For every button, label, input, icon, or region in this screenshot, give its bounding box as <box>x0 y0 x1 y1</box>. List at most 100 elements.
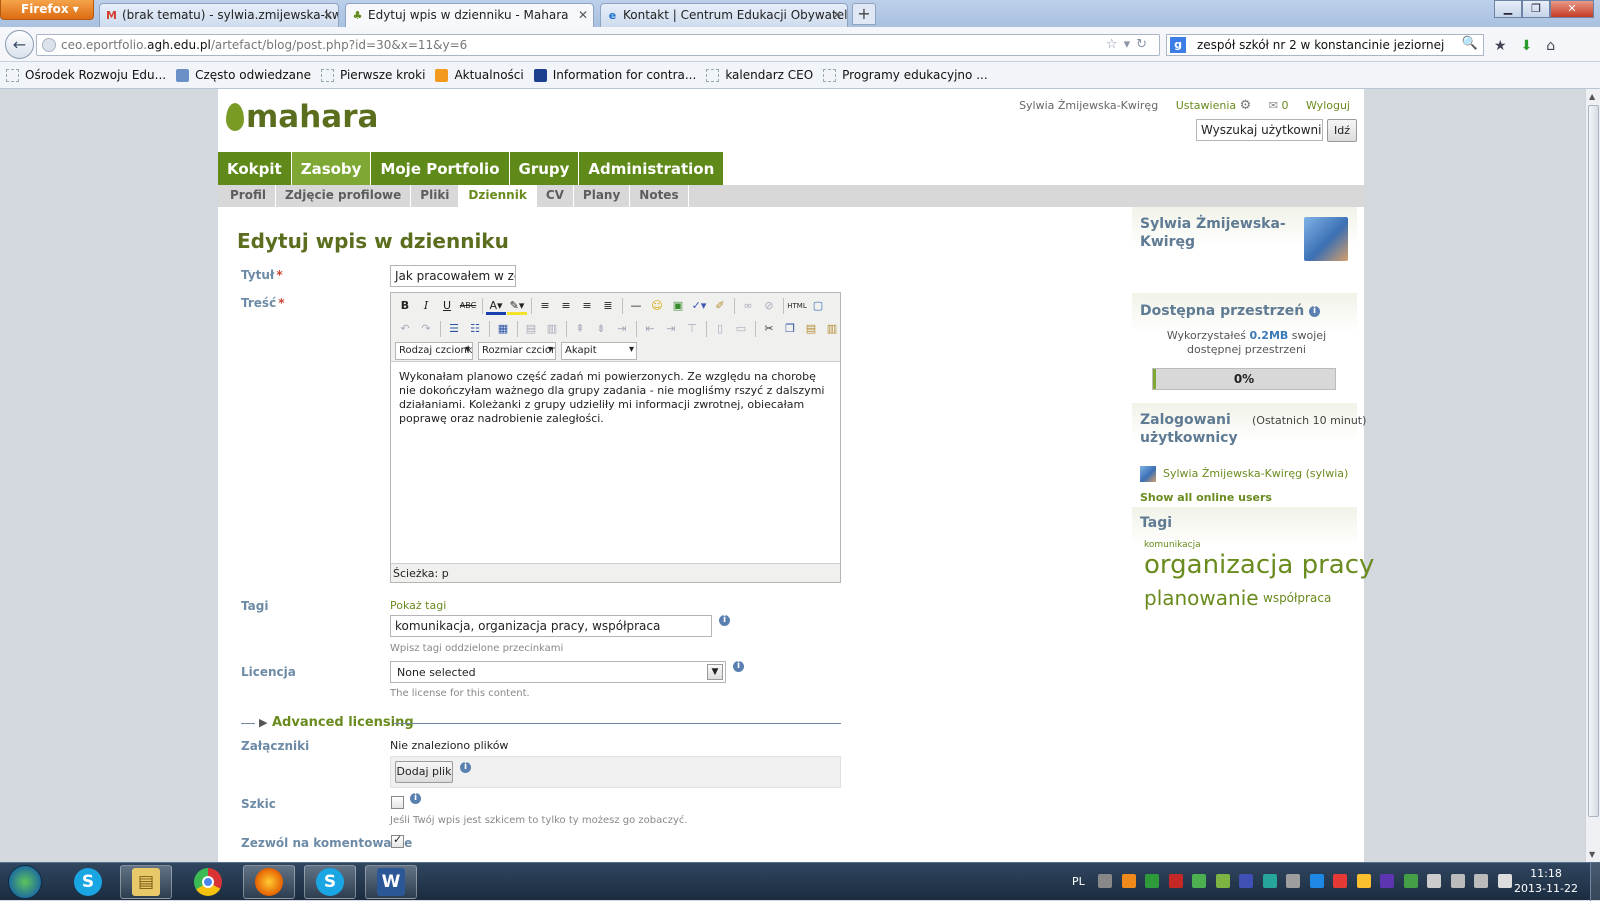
paste-text-icon[interactable]: ▥ <box>822 320 842 338</box>
nav-administration[interactable]: Administration <box>579 152 725 185</box>
strikethrough-icon[interactable]: ABC <box>458 297 478 315</box>
tag-link[interactable]: współpraca <box>1263 591 1331 605</box>
flag-icon[interactable] <box>1427 874 1442 888</box>
copy-icon[interactable]: ❐ <box>780 320 800 338</box>
bookmarks-icon[interactable]: ★ <box>1494 38 1521 54</box>
numbered-list-icon[interactable]: ☷ <box>465 320 485 338</box>
fullscreen-icon[interactable]: ▢ <box>808 297 828 315</box>
advanced-licensing-toggle[interactable]: ▶ Advanced licensing <box>241 715 841 731</box>
subnav-notes[interactable]: Notes <box>630 185 689 207</box>
nav-grupy[interactable]: Grupy <box>509 152 580 185</box>
subnav-zdjecie-profilowe[interactable]: Zdjęcie profilowe <box>276 185 412 207</box>
home-icon[interactable]: ⌂ <box>1546 38 1569 54</box>
online-user-avatar[interactable] <box>1140 466 1156 482</box>
username-link[interactable]: Sylwia Żmijewska-Kwiręg <box>1019 99 1158 112</box>
nav-zasoby[interactable]: Zasoby <box>291 152 372 185</box>
font-size-select[interactable]: Rozmiar czcionki <box>478 342 556 360</box>
battery-icon[interactable] <box>1474 874 1489 888</box>
info-icon[interactable]: i <box>719 615 730 626</box>
taskbar-app-skype-2[interactable]: S <box>304 865 356 899</box>
italic-icon[interactable]: I <box>416 297 436 315</box>
bookmark-item[interactable]: kalendarz CEO <box>706 68 813 82</box>
insert-col-before-icon[interactable]: ⇤ <box>640 320 660 338</box>
close-icon[interactable]: ✕ <box>832 8 842 22</box>
new-tab-button[interactable]: + <box>852 3 876 25</box>
info-icon[interactable]: i <box>1309 306 1321 317</box>
cleanup-icon[interactable]: ✐ <box>710 297 730 315</box>
tags-input[interactable]: komunikacja, organizacja pracy, współpra… <box>390 615 712 637</box>
tray-app-icon[interactable] <box>1239 874 1254 888</box>
tray-app-icon[interactable] <box>1380 874 1395 888</box>
tray-app-icon[interactable] <box>1145 874 1160 888</box>
google-icon[interactable]: g <box>1170 37 1186 53</box>
tag-link[interactable]: organizacja pracy <box>1144 550 1374 580</box>
license-select[interactable]: None selected ▼ <box>390 661 726 683</box>
scrollbar-thumb[interactable] <box>1588 105 1599 817</box>
user-search-button[interactable]: Idź <box>1327 119 1357 142</box>
table-cell-icon[interactable]: ▥ <box>542 320 562 338</box>
tag-link[interactable]: komunikacja <box>1144 540 1201 550</box>
avatar[interactable] <box>1304 217 1348 261</box>
scroll-up-icon[interactable]: ▲ <box>1589 92 1595 101</box>
close-icon[interactable]: ✕ <box>578 8 588 22</box>
url-bar[interactable]: ceo.eportfolio.agh.edu.pl/artefact/blog/… <box>36 34 1160 56</box>
language-indicator[interactable]: PL <box>1072 875 1085 888</box>
tab-gmail[interactable]: M (brak tematu) - sylwia.zmijewska-kwi..… <box>99 3 339 27</box>
unlink-icon[interactable]: ⊘ <box>759 297 779 315</box>
online-user-link[interactable]: Sylwia Żmijewska-Kwiręg (sylwia) <box>1163 467 1348 480</box>
table-icon[interactable]: ▦ <box>493 320 513 338</box>
emoticon-icon[interactable]: ☺ <box>647 297 667 315</box>
bookmark-item[interactable]: Aktualności <box>435 68 524 82</box>
taskbar-app-skype[interactable]: S <box>62 865 114 899</box>
bookmark-item[interactable]: Pierwsze kroki <box>321 68 425 82</box>
subnav-profil[interactable]: Profil <box>221 185 276 207</box>
insert-row-after-icon[interactable]: ⇟ <box>591 320 611 338</box>
tag-link[interactable]: planowanie <box>1144 586 1259 610</box>
search-bar[interactable]: g zespół szkół nr 2 w konstancinie jezio… <box>1166 34 1484 56</box>
align-center-icon[interactable]: ≡ <box>556 297 576 315</box>
tray-app-icon[interactable] <box>1286 874 1301 888</box>
tray-app-icon[interactable] <box>1121 874 1136 888</box>
settings-link[interactable]: Ustawienia ⚙ <box>1176 98 1252 113</box>
subnav-dziennik[interactable]: Dziennik <box>459 185 537 207</box>
delete-row-icon[interactable]: ⇥ <box>612 320 632 338</box>
bullet-list-icon[interactable]: ☰ <box>444 320 464 338</box>
split-cells-icon[interactable]: ▯ <box>710 320 730 338</box>
show-desktop-button[interactable] <box>1590 863 1600 901</box>
tray-app-icon[interactable] <box>1262 874 1277 888</box>
minimize-button[interactable]: ▁ <box>1494 0 1522 18</box>
link-icon[interactable]: ∞ <box>738 297 758 315</box>
taskbar-app-chrome[interactable] <box>182 865 234 899</box>
close-window-button[interactable]: ✕ <box>1550 0 1594 18</box>
bookmark-item[interactable]: Często odwiedzane <box>176 68 311 82</box>
align-right-icon[interactable]: ≡ <box>577 297 597 315</box>
tray-app-icon[interactable] <box>1356 874 1371 888</box>
close-icon[interactable]: ✕ <box>323 8 333 22</box>
align-left-icon[interactable]: ≡ <box>535 297 555 315</box>
bookmark-item[interactable]: Ośrodek Rozwoju Edu... <box>6 68 166 82</box>
add-file-button[interactable]: Dodaj plik <box>395 761 453 783</box>
info-icon[interactable]: i <box>410 793 421 804</box>
bookmark-item[interactable]: Programy edukacyjno ... <box>823 68 988 82</box>
chevron-down-icon[interactable]: ▼ <box>707 664 723 680</box>
highlight-icon[interactable]: ✎▾ <box>507 297 527 315</box>
paste-icon[interactable]: ▤ <box>801 320 821 338</box>
align-justify-icon[interactable]: ≣ <box>598 297 618 315</box>
insert-row-before-icon[interactable]: ⇞ <box>570 320 590 338</box>
info-icon[interactable]: i <box>460 762 471 773</box>
text-color-icon[interactable]: A▾ <box>486 297 506 315</box>
profile-name-link[interactable]: Sylwia Żmijewska-Kwiręg <box>1140 215 1290 251</box>
scroll-down-icon[interactable]: ▼ <box>1589 850 1595 859</box>
taskbar-app-explorer[interactable]: ▤ <box>120 865 172 899</box>
delete-col-icon[interactable]: ⊤ <box>682 320 702 338</box>
tab-mahara[interactable]: ♣ Edytuj wpis w dzienniku - Mahara ✕ <box>345 3 594 28</box>
merge-cells-icon[interactable]: ▭ <box>731 320 751 338</box>
redo-icon[interactable]: ↷ <box>416 320 436 338</box>
cut-icon[interactable]: ✂ <box>759 320 779 338</box>
allow-comments-checkbox[interactable]: ✓ <box>391 833 404 848</box>
tray-app-icon[interactable] <box>1403 874 1418 888</box>
image-icon[interactable]: ▣ <box>668 297 688 315</box>
firefox-menu-button[interactable]: Firefox ▾ <box>0 0 94 20</box>
tab-ceo[interactable]: e Kontakt | Centrum Edukacji Obywatel...… <box>600 3 848 27</box>
maximize-button[interactable]: ❐ <box>1522 0 1550 18</box>
